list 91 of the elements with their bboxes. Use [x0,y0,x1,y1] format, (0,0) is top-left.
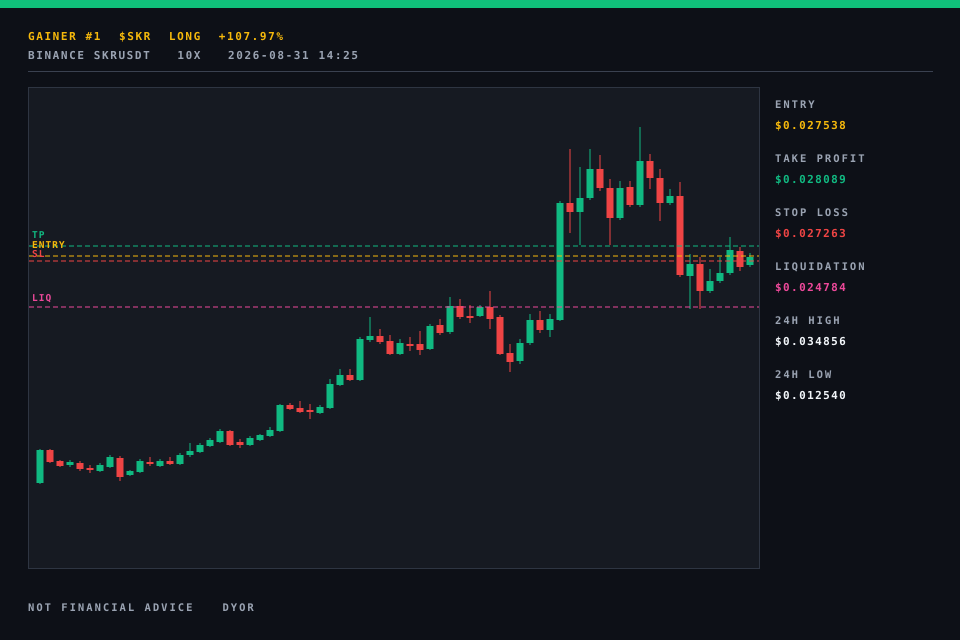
candlestick [596,154,604,192]
candlestick [746,252,754,268]
candlestick [226,430,234,446]
candlestick [706,268,714,294]
candlestick [366,316,374,342]
candlestick [76,460,84,472]
stat-value: $0.027538 [775,119,848,132]
candlestick [116,456,124,482]
title-text: GAINER #1 [28,30,102,44]
title-text: +107.97% [218,30,285,44]
stat-value: $0.034856 [775,335,848,348]
candlestick [256,434,264,442]
candlestick [506,344,514,372]
candlestick [276,404,284,432]
candlestick [146,456,154,466]
candlestick [36,448,44,484]
candlestick [536,310,544,334]
candlestick [166,456,174,466]
candlestick [376,328,384,344]
candlestick [626,180,634,208]
candlestick [186,442,194,458]
candlestick [426,324,434,350]
candlestick [126,470,134,476]
candlestick [206,438,214,448]
candlestick [176,452,184,466]
subtitle-text: BINANCE SKRUSDT [28,49,152,62]
candlestick [736,246,744,272]
level-label: SL [32,249,46,260]
candlestick [696,256,704,310]
candlestick [236,438,244,448]
level-label: TP [32,230,46,241]
candlestick [86,464,94,474]
candlestick [296,400,304,414]
candlestick [516,338,524,364]
candlestick [666,188,674,206]
candlestick [606,178,614,246]
candlestick [106,454,114,468]
candlestick [496,314,504,356]
candlestick [416,330,424,356]
candlestick [66,460,74,468]
candlestick [216,428,224,444]
subtitle-text: 2026-08-31 14:25 [228,49,360,62]
candlestick [356,336,364,382]
title-text: LONG [168,30,202,44]
candlestick [686,254,694,310]
stat-value: $0.024784 [775,281,848,294]
stat-label: 24H LOW [775,369,834,382]
candlestick [96,462,104,472]
candlestick [286,402,294,410]
candlestick [406,336,414,352]
stat-value: $0.027263 [775,227,848,240]
candlestick [446,296,454,334]
candlestick [196,442,204,454]
candlestick [456,298,464,320]
candlestick [326,378,334,410]
candlestick [436,318,444,336]
candlestick [346,368,354,382]
candlestick [646,154,654,190]
candlestick [136,458,144,474]
candlestick [466,304,474,324]
candlestick [726,236,734,276]
candlestick [386,334,394,356]
candlestick [306,404,314,420]
stat-label: ENTRY [775,99,818,112]
candlestick [246,436,254,446]
subtitle-text: 10X [177,49,202,62]
level-label: LIQ [32,293,52,304]
stat-label: STOP LOSS [775,207,851,220]
candlestick [476,304,484,318]
candlestick [56,460,64,468]
candlestick [336,368,344,386]
candlestick [656,168,664,222]
candlestick [486,290,494,330]
candlestick [266,426,274,438]
candlestick [316,404,324,414]
disclaimer-text: DYOR [222,602,256,614]
candlestick [396,338,404,356]
candlestick [156,458,164,468]
candlestick [586,148,594,200]
stat-value: $0.012540 [775,389,848,402]
stat-label: TAKE PROFIT [775,153,867,166]
candlestick [616,180,624,220]
disclaimer-text: NOT FINANCIAL ADVICE [28,602,194,614]
candlestick [546,314,554,338]
candlestick [716,256,724,284]
title-text: $SKR [119,30,152,44]
candlestick [526,314,534,346]
stat-label: 24H HIGH [775,315,843,328]
candlestick [46,448,54,464]
stat-value: $0.028089 [775,173,848,186]
stat-label: LIQUIDATION [775,261,867,274]
